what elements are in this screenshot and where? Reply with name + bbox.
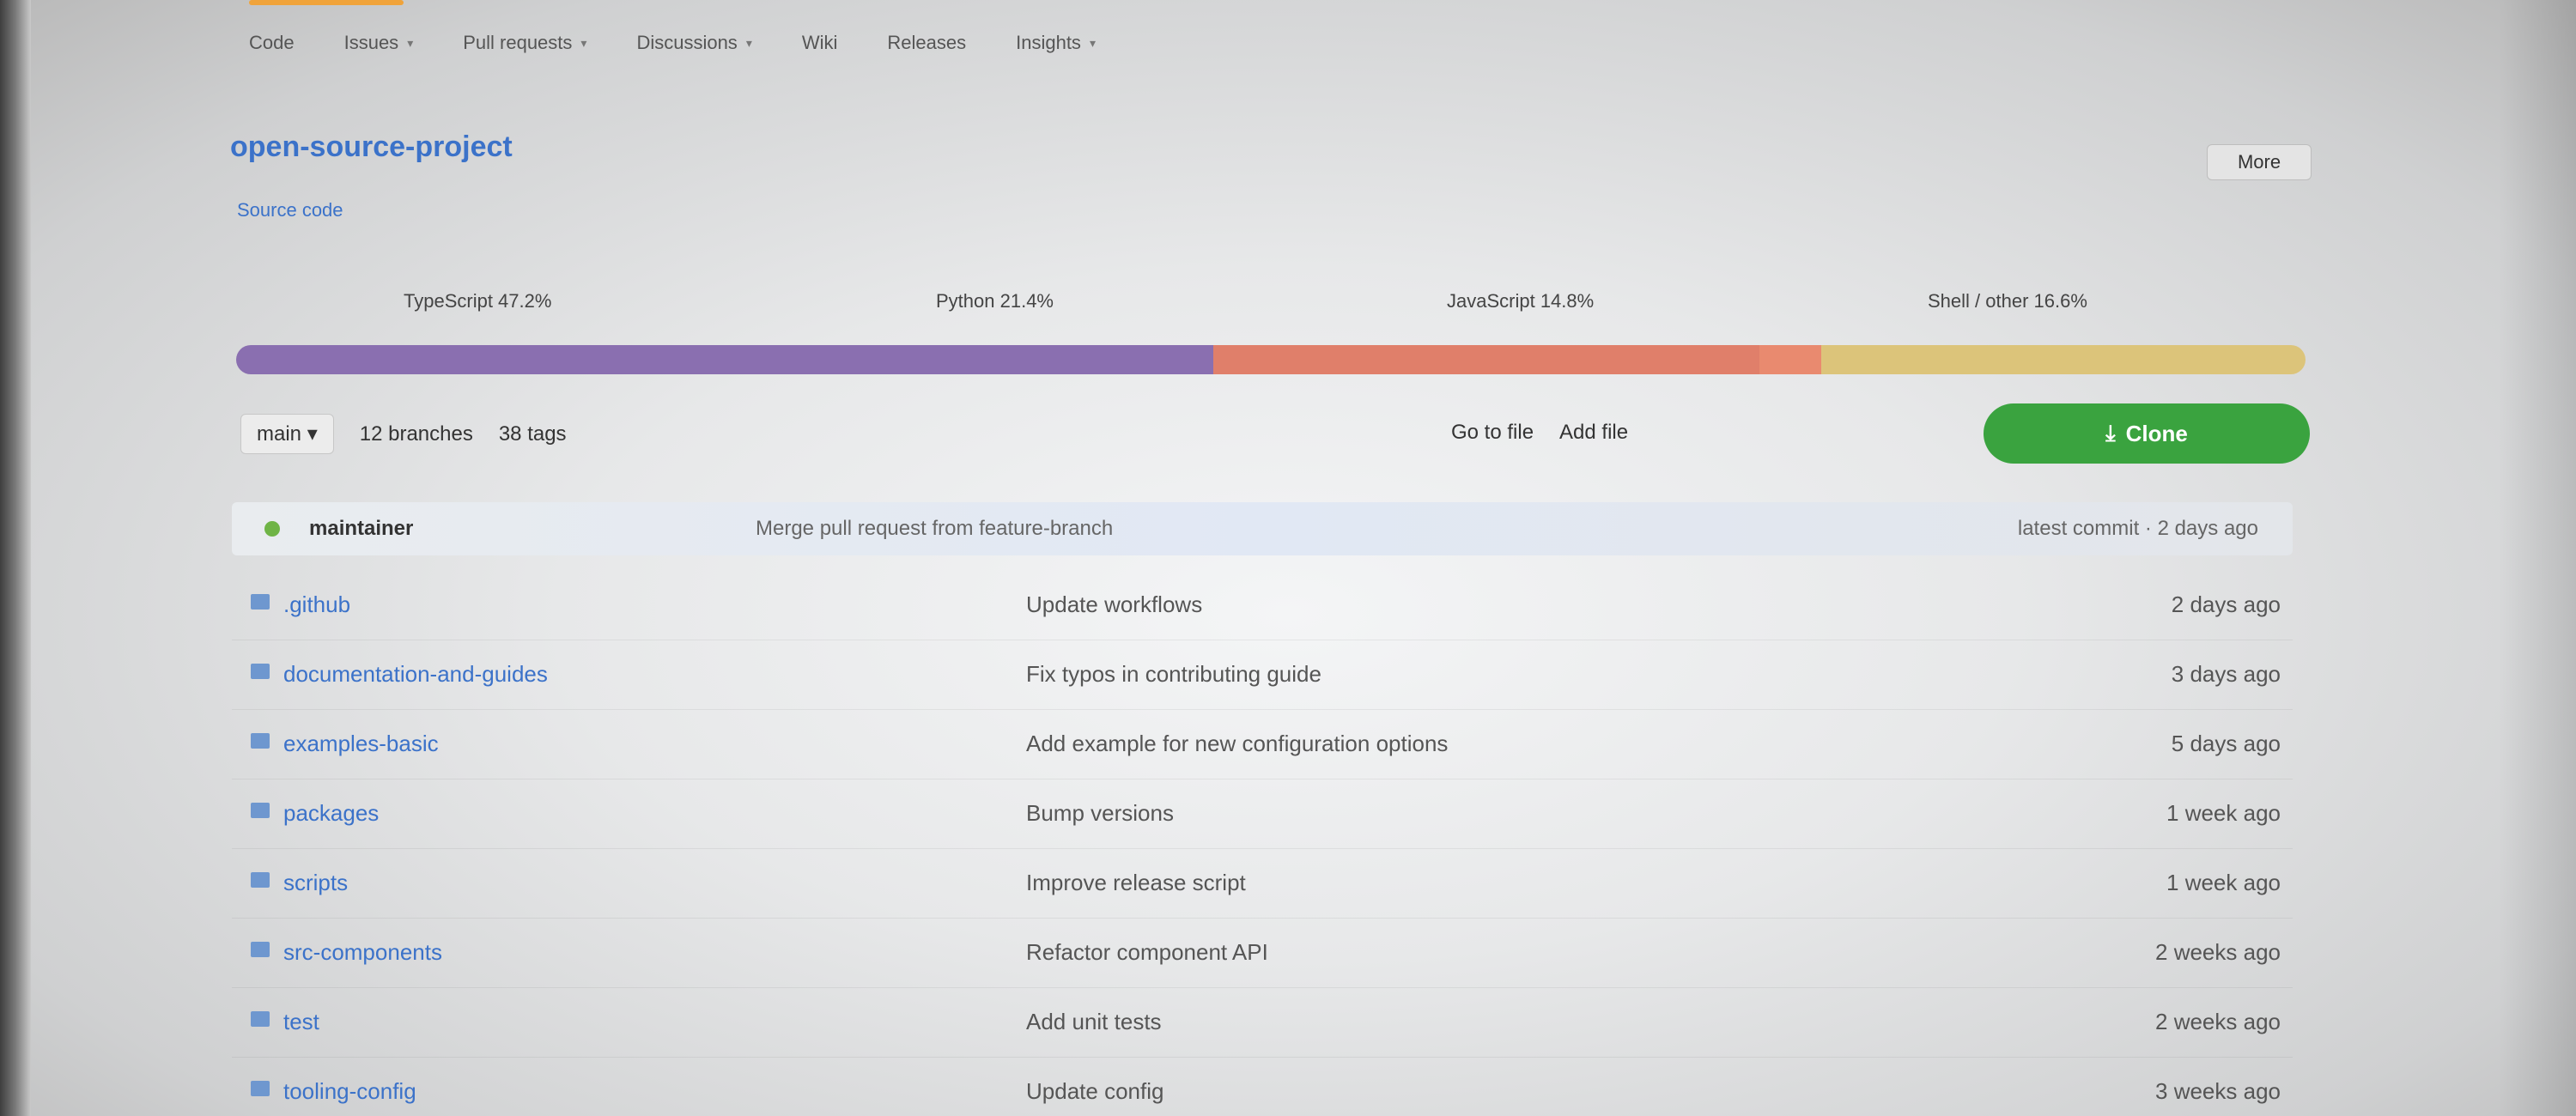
language-label: TypeScript 47.2% <box>404 290 552 312</box>
branches-link[interactable]: 12 branches <box>360 422 473 446</box>
tab-issues[interactable]: Issues ▾ <box>344 32 414 54</box>
folder-icon <box>251 803 270 818</box>
tab-releases[interactable]: Releases <box>887 32 966 54</box>
project-subtitle[interactable]: Source code <box>237 199 343 221</box>
go-to-file-button[interactable]: Go to file <box>1451 421 1534 445</box>
file-commit-age: 3 days ago <box>2171 661 2281 687</box>
window-edge-left <box>0 0 31 1116</box>
table-row[interactable]: scripts Improve release script 1 week ago <box>232 849 2293 919</box>
file-commit-age: 3 weeks ago <box>2155 1078 2281 1104</box>
table-row[interactable]: test Add unit tests 2 weeks ago <box>232 988 2293 1058</box>
file-commit-age: 2 days ago <box>2171 591 2281 617</box>
file-commit-message[interactable]: Improve release script <box>1026 870 1246 896</box>
file-list: .github Update workflows 2 days ago documen… <box>232 571 2293 1116</box>
file-name-link[interactable]: tooling-config <box>283 1078 416 1105</box>
chevron-down-icon: ▾ <box>745 35 752 50</box>
download-icon: ⤓ <box>2105 420 2116 446</box>
repo-nav: Code Issues ▾ Pull requests ▾ Discussion… <box>249 0 1096 69</box>
tags-link[interactable]: 38 tags <box>499 422 567 446</box>
folder-icon <box>251 664 270 679</box>
file-name-link[interactable]: packages <box>283 800 379 827</box>
folder-icon <box>251 1011 270 1027</box>
active-tab-indicator <box>249 0 404 5</box>
file-commit-age: 2 weeks ago <box>2155 939 2281 965</box>
table-row[interactable]: packages Bump versions 1 week ago <box>232 779 2293 849</box>
clone-label: Clone <box>2125 420 2188 446</box>
folder-icon <box>251 1081 270 1096</box>
tab-wiki[interactable]: Wiki <box>802 32 838 54</box>
language-bar-segment <box>236 345 1213 374</box>
folder-icon <box>251 872 270 888</box>
language-label: JavaScript 14.8% <box>1447 290 1595 312</box>
file-actions: Go to file Add file <box>1451 421 1628 445</box>
folder-icon <box>251 942 270 957</box>
tab-insights[interactable]: Insights ▾ <box>1016 32 1096 54</box>
language-label: Shell / other 16.6% <box>1928 290 2087 312</box>
table-row[interactable]: tooling-config Update config 3 weeks ago <box>232 1058 2293 1116</box>
tab-label: Code <box>249 32 295 53</box>
language-bar-segment <box>1212 345 1759 374</box>
file-commit-age: 5 days ago <box>2171 731 2281 756</box>
language-bar-segment <box>1821 345 2306 374</box>
screen: Code Issues ▾ Pull requests ▾ Discussion… <box>0 0 2576 1116</box>
table-row[interactable]: examples-basic Add example for new config… <box>232 710 2293 779</box>
language-labels: TypeScript 47.2% Python 21.4% JavaScript… <box>232 290 2301 324</box>
file-commit-age: 2 weeks ago <box>2155 1009 2281 1034</box>
file-commit-message[interactable]: Add unit tests <box>1026 1009 1162 1035</box>
file-name-link[interactable]: documentation-and-guides <box>283 661 548 688</box>
folder-icon <box>251 733 270 749</box>
folder-icon <box>251 594 270 610</box>
project-title[interactable]: open-source-project <box>230 130 513 164</box>
clone-button[interactable]: ⤓ Clone <box>1984 403 2310 464</box>
tab-label: Wiki <box>801 32 838 53</box>
tab-label: Discussions <box>636 32 738 53</box>
tab-pull-requests[interactable]: Pull requests ▾ <box>463 32 586 54</box>
tab-label: Issues <box>343 32 399 53</box>
chevron-down-icon: ▾ <box>1089 35 1096 50</box>
file-commit-age: 1 week ago <box>2166 870 2281 895</box>
commit-meta[interactable]: latest commit · 2 days ago <box>2018 517 2258 541</box>
commit-author[interactable]: maintainer <box>309 517 413 541</box>
file-name-link[interactable]: examples-basic <box>283 731 439 757</box>
language-label: Python 21.4% <box>936 290 1054 312</box>
tab-label: Releases <box>887 32 967 53</box>
tab-label: Insights <box>1016 32 1081 53</box>
tab-discussions[interactable]: Discussions ▾ <box>636 32 751 54</box>
window-edge-right <box>2499 0 2576 1116</box>
file-commit-message[interactable]: Update workflows <box>1026 591 1202 618</box>
language-bar-segment <box>1759 345 1822 374</box>
file-name-link[interactable]: src-components <box>283 939 442 966</box>
status-check-icon <box>264 521 280 537</box>
file-commit-message[interactable]: Bump versions <box>1026 800 1174 827</box>
file-name-link[interactable]: .github <box>283 591 350 618</box>
file-commit-message[interactable]: Fix typos in contributing guide <box>1026 661 1321 688</box>
table-row[interactable]: documentation-and-guides Fix typos in con… <box>232 640 2293 710</box>
tab-code[interactable]: Code <box>249 32 295 54</box>
file-commit-message[interactable]: Update config <box>1026 1078 1163 1105</box>
table-row[interactable]: .github Update workflows 2 days ago <box>232 571 2293 640</box>
branch-row: main ▾ 12 branches 38 tags <box>240 414 567 454</box>
branch-selector-button[interactable]: main ▾ <box>240 414 334 454</box>
language-bar <box>236 345 2306 374</box>
file-name-link[interactable]: test <box>283 1009 319 1035</box>
latest-commit-bar: maintainer Merge pull request from featu… <box>232 502 2293 555</box>
more-menu-button[interactable]: More <box>2207 144 2312 180</box>
chevron-down-icon: ▾ <box>407 35 414 50</box>
add-file-button[interactable]: Add file <box>1559 421 1628 445</box>
file-commit-message[interactable]: Add example for new configuration option… <box>1026 731 1448 757</box>
chevron-down-icon: ▾ <box>580 35 587 50</box>
table-row[interactable]: src-components Refactor component API 2 we… <box>232 919 2293 988</box>
file-name-link[interactable]: scripts <box>283 870 348 896</box>
file-commit-message[interactable]: Refactor component API <box>1026 939 1268 966</box>
file-commit-age: 1 week ago <box>2166 800 2281 826</box>
tab-label: Pull requests <box>463 32 573 53</box>
commit-message[interactable]: Merge pull request from feature-branch <box>756 517 1113 541</box>
